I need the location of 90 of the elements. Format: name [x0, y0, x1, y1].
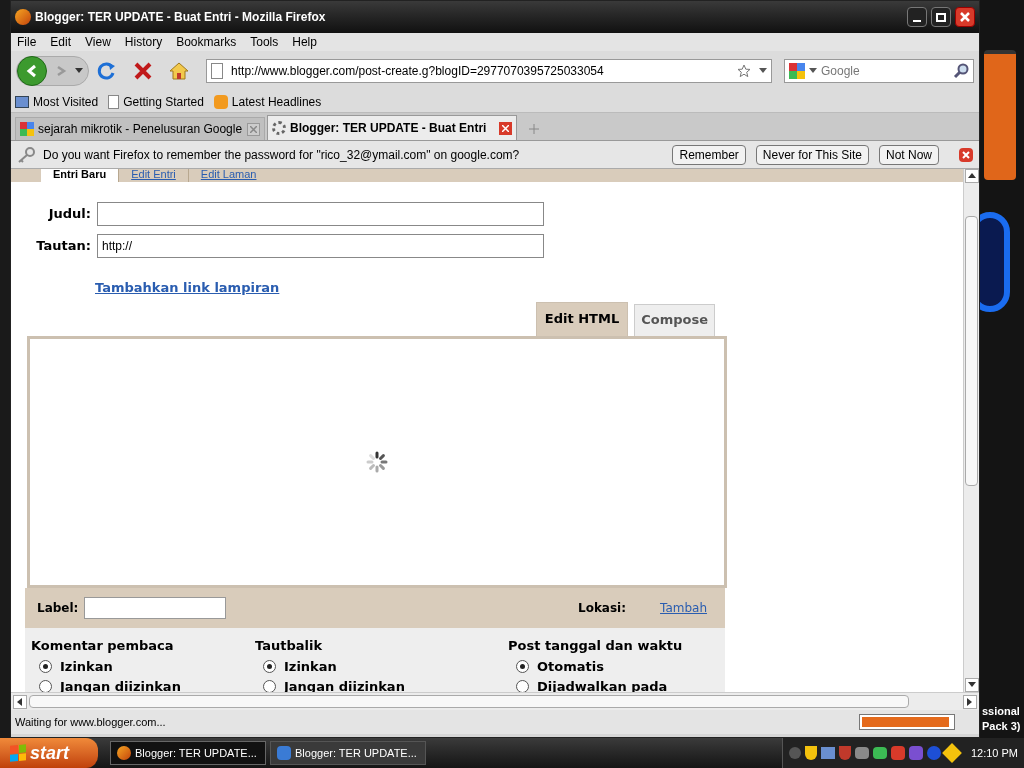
radio-button[interactable] [516, 679, 529, 692]
taskbar-button[interactable]: Blogger: TER UPDATE... [270, 741, 426, 765]
folder-icon [15, 95, 29, 108]
password-prompt: Do you want Firefox to remember the password for "rico_32@ymail.com" on google.com? [43, 146, 521, 164]
radio-button[interactable] [39, 660, 52, 674]
shield-icon[interactable] [804, 746, 817, 760]
vertical-scrollbar[interactable] [963, 169, 979, 692]
radio-button[interactable] [516, 660, 529, 674]
text-field[interactable]: http:// [97, 234, 544, 258]
tab-title[interactable]: sejarah mikrotik - Penelusuran Google [38, 120, 243, 138]
stop-icon[interactable] [132, 61, 153, 81]
add-location-link[interactable]: Tambah [660, 598, 707, 617]
status-text: Waiting for www.blogger.com... [15, 714, 167, 730]
google-icon [20, 122, 34, 136]
location-caption: Lokasi: [578, 599, 627, 617]
address-bar[interactable]: http://www.blogger.com/post-create.g?blogID=2977070395725033054 [206, 59, 772, 83]
label-caption: Label: [37, 599, 79, 617]
attach-link[interactable]: Tambahkan link lampiran [95, 278, 280, 298]
desktop-text: ssional [982, 704, 1021, 719]
close-icon[interactable] [499, 121, 512, 135]
maximize-button[interactable] [931, 7, 951, 27]
key-icon [17, 146, 35, 163]
home-icon[interactable] [168, 61, 191, 81]
scroll-thumb[interactable] [29, 695, 909, 708]
radio-button[interactable] [39, 679, 52, 692]
radio-label[interactable]: Otomatis [537, 657, 604, 677]
tray-icon[interactable] [854, 747, 869, 759]
option-title: Post tanggal dan waktu [508, 636, 684, 655]
post-tab[interactable]: Edit Entri [118, 169, 188, 182]
radio-label[interactable]: Izinkan [284, 657, 337, 677]
clock: 12:10 PM [970, 745, 1018, 761]
field-label: Tautan: [35, 237, 91, 256]
caret-icon[interactable] [759, 68, 767, 74]
label-field[interactable] [84, 596, 227, 619]
loading-icon [272, 121, 286, 135]
feed-icon [213, 94, 228, 109]
menu-item[interactable]: File [17, 33, 37, 51]
bookmark-link[interactable]: Most Visited [33, 92, 99, 111]
scroll-up-icon[interactable] [964, 169, 979, 183]
prompt-button[interactable]: Not Now [879, 144, 939, 165]
option-title: Tautbalik [255, 636, 324, 655]
radio-button[interactable] [263, 660, 276, 674]
bookmark-link[interactable]: Latest Headlines [231, 92, 322, 111]
post-tab[interactable]: Entri Baru [41, 169, 119, 182]
horizontal-scrollbar[interactable] [11, 692, 979, 710]
prompt-button[interactable]: Never for This Site [755, 144, 869, 165]
scroll-left-icon[interactable] [13, 694, 27, 709]
browser-tab[interactable]: Blogger: TER UPDATE - Buat Entri [267, 115, 517, 140]
bookmark-link[interactable]: Getting Started [123, 92, 204, 111]
browser-tab[interactable]: sejarah mikrotik - Penelusuran Google [15, 117, 265, 140]
caret-icon[interactable] [809, 68, 817, 74]
post-tab[interactable]: Edit Laman [187, 169, 269, 182]
tray-icon[interactable] [872, 747, 887, 759]
caret-icon[interactable] [75, 68, 83, 74]
tab-title[interactable]: Blogger: TER UPDATE - Buat Entri [290, 119, 495, 137]
radio-button[interactable] [263, 679, 276, 692]
search-icon[interactable] [953, 63, 969, 79]
editor-tab[interactable]: Edit HTML [535, 301, 629, 336]
window-title: Blogger: TER UPDATE - Buat Entri - Mozilla Firefox [35, 9, 327, 26]
start-button[interactable]: start [0, 738, 98, 768]
prompt-button[interactable]: Remember [672, 144, 746, 165]
loading-icon [366, 450, 388, 473]
back-icon[interactable] [17, 56, 47, 86]
windows-logo-icon [10, 744, 26, 762]
menu-item[interactable]: View [85, 33, 111, 51]
menu-item[interactable]: History [124, 33, 163, 51]
search-field[interactable]: Google [821, 62, 949, 80]
menu-item[interactable]: Tools [250, 33, 279, 51]
radio-label[interactable]: Izinkan [60, 657, 113, 677]
editor-tab[interactable]: Compose [634, 303, 715, 336]
field-label: Judul: [47, 205, 91, 224]
option-title: Komentar pembaca [31, 636, 175, 655]
search-bar[interactable]: Google [784, 59, 974, 83]
text-field[interactable] [97, 202, 544, 226]
menu-item[interactable]: Help [292, 33, 317, 51]
scroll-right-icon[interactable] [963, 694, 977, 709]
scroll-thumb[interactable] [965, 215, 978, 486]
back-forward-control[interactable] [16, 56, 89, 86]
scroll-down-icon[interactable] [964, 678, 979, 692]
close-button[interactable] [955, 7, 975, 27]
firefox-icon [117, 746, 131, 760]
menu-item[interactable]: Bookmarks [176, 33, 237, 51]
menu-item[interactable]: Edit [50, 33, 72, 51]
desktop-text: Pack 3) [982, 719, 1021, 734]
taskbar-button[interactable]: Blogger: TER UPDATE... [110, 741, 266, 765]
url-text: http://www.blogger.com/post-create.g?blogID=2977070395725033054 [231, 63, 605, 80]
firefox-icon [15, 9, 31, 25]
minimize-button[interactable] [907, 7, 927, 27]
star-icon[interactable] [737, 64, 751, 78]
reload-icon[interactable] [96, 61, 117, 81]
